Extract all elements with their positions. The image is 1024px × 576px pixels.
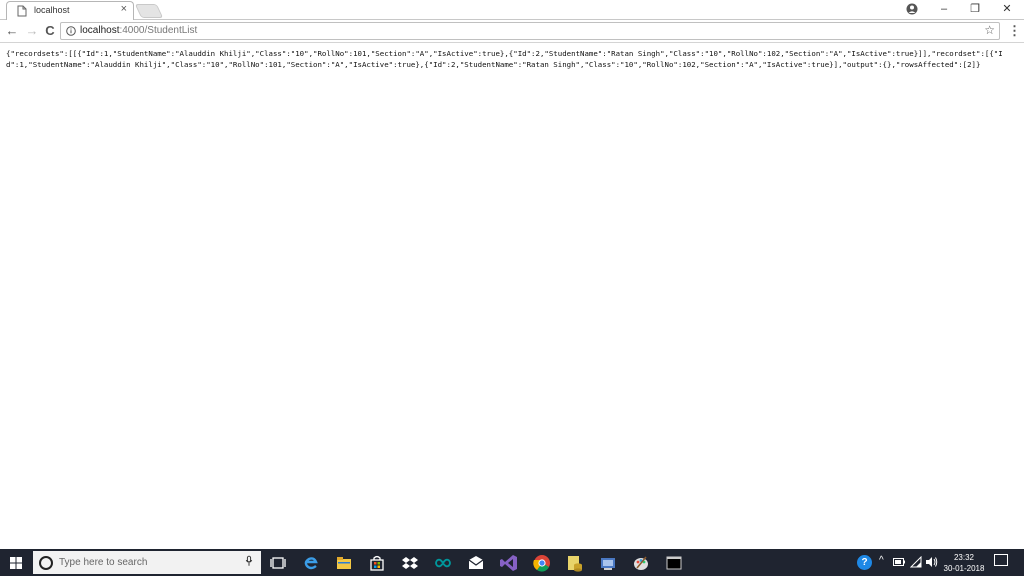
- system-clock[interactable]: 23:32 30-01-2018: [938, 552, 990, 574]
- back-button[interactable]: ←: [4, 23, 20, 39]
- chevron-up-icon[interactable]: ^: [879, 555, 884, 566]
- json-response-text: {"recordsets":[[{"Id":1,"StudentName":"A…: [6, 49, 1003, 69]
- search-placeholder: Type here to search: [59, 557, 148, 568]
- cortana-icon: [39, 556, 53, 570]
- notifications-icon[interactable]: [994, 554, 1008, 566]
- menu-icon[interactable]: ⋮: [1008, 23, 1021, 39]
- paint-icon[interactable]: [631, 553, 651, 573]
- restore-button[interactable]: ❐: [960, 0, 990, 20]
- microphone-icon[interactable]: [245, 555, 253, 567]
- database-icon[interactable]: [598, 553, 618, 573]
- help-icon[interactable]: ?: [857, 555, 872, 570]
- clock-time: 23:32: [953, 553, 975, 562]
- chrome-icon[interactable]: [532, 553, 552, 573]
- url-host: localhost: [80, 25, 120, 36]
- arduino-icon[interactable]: [433, 553, 453, 573]
- mail-icon[interactable]: [466, 553, 486, 573]
- terminal-icon[interactable]: [664, 553, 684, 573]
- forward-button[interactable]: →: [24, 23, 40, 39]
- dropbox-icon[interactable]: [400, 553, 420, 573]
- edge-icon[interactable]: [301, 553, 321, 573]
- info-icon[interactable]: [66, 26, 76, 36]
- store-icon[interactable]: [367, 553, 387, 573]
- windows-taskbar: Type here to search ? ^ 23:32 30-01-2018: [0, 549, 1024, 576]
- volume-icon[interactable]: [925, 556, 938, 568]
- tab-close-icon[interactable]: ×: [121, 3, 127, 15]
- tab-localhost[interactable]: localhost ×: [6, 1, 134, 20]
- taskbar-search-box[interactable]: Type here to search: [33, 551, 261, 574]
- tab-title: localhost: [34, 5, 70, 15]
- browser-toolbar: ← → C localhost:4000/StudentList ☆ ⋮: [0, 20, 1024, 43]
- minimize-button[interactable]: –: [929, 0, 959, 20]
- wifi-icon[interactable]: [910, 556, 922, 568]
- address-bar[interactable]: localhost:4000/StudentList ☆: [60, 22, 1000, 40]
- close-window-button[interactable]: ✕: [992, 0, 1022, 20]
- clock-date: 30-01-2018: [943, 564, 985, 573]
- reload-button[interactable]: C: [42, 23, 58, 39]
- new-tab-button[interactable]: [134, 4, 164, 18]
- url-path: :4000/StudentList: [119, 25, 198, 36]
- bookmark-star-icon[interactable]: ☆: [984, 23, 995, 37]
- url-text[interactable]: localhost:4000/StudentList: [80, 25, 197, 36]
- sql-icon[interactable]: [565, 553, 585, 573]
- windows-start-icon[interactable]: [10, 557, 22, 569]
- file-explorer-icon[interactable]: [334, 553, 354, 573]
- visual-studio-icon[interactable]: [499, 553, 519, 573]
- profile-icon[interactable]: [906, 3, 918, 15]
- page-icon: [17, 5, 27, 17]
- tab-strip: localhost × – ❐ ✕: [0, 0, 1024, 20]
- task-view-icon[interactable]: [268, 553, 288, 573]
- battery-icon[interactable]: [893, 558, 905, 566]
